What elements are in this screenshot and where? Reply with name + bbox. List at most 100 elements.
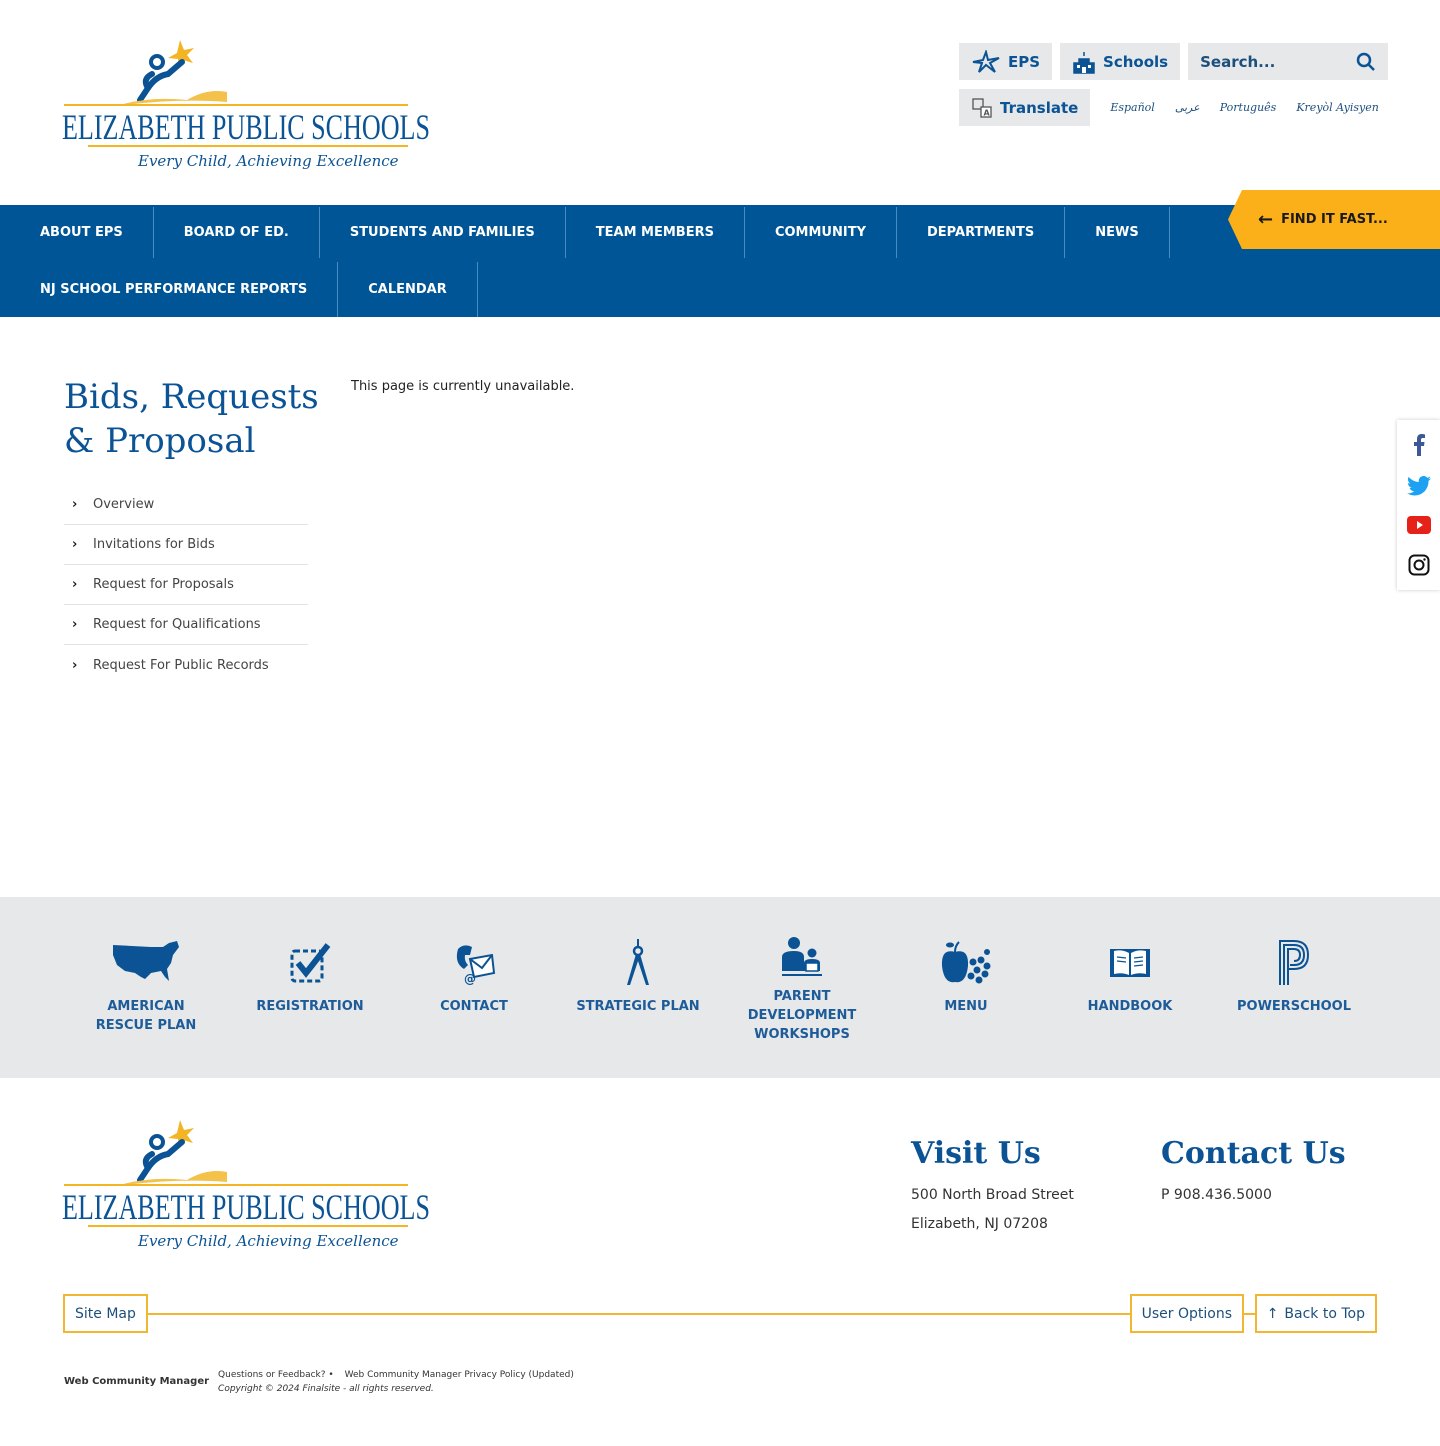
eps-button[interactable]: EPS: [959, 43, 1053, 80]
quicklink-label: PARENT: [773, 989, 831, 1004]
address-line1: 500 North Broad Street: [911, 1187, 1074, 1203]
page-title-line1: Bids, Requests: [64, 377, 319, 417]
quicklink-handbook[interactable]: HANDBOOK: [1048, 929, 1212, 1016]
subnav-invitations-for-bids[interactable]: › Invitations for Bids: [64, 525, 308, 565]
parent-child-icon: [782, 937, 822, 976]
translate-row: A Translate Español عربى Português Kreyò…: [959, 89, 1379, 126]
find-it-fast-button[interactable]: ← FIND IT FAST...: [1228, 190, 1440, 249]
nav-calendar[interactable]: CALENDAR: [338, 262, 478, 317]
nav-departments[interactable]: DEPARTMENTS: [897, 207, 1066, 258]
copyright: Copyright © 2024 Finalsite - all rights …: [218, 1384, 434, 1394]
quicklink-label: MENU: [944, 999, 988, 1014]
site-map-button[interactable]: Site Map: [63, 1294, 148, 1333]
user-options-button[interactable]: User Options: [1129, 1294, 1244, 1333]
twitter-icon[interactable]: [1406, 476, 1431, 496]
page-title-line2: & Proposal: [64, 421, 256, 461]
visit-us-section: Visit Us 500 North Broad Street Elizabet…: [911, 1136, 1074, 1239]
chevron-right-icon: ›: [72, 657, 78, 673]
svg-text:@: @: [464, 972, 476, 985]
checkbox-icon: [290, 943, 331, 983]
quicklink-label: DEVELOPMENT: [747, 1008, 857, 1023]
find-it-fast-label: FIND IT FAST...: [1281, 212, 1388, 227]
schools-button[interactable]: Schools: [1060, 43, 1181, 80]
quicklink-label: STRATEGIC PLAN: [576, 999, 700, 1014]
legal-footer: Web Community Manager Questions or Feedb…: [64, 1370, 582, 1394]
footer-logo[interactable]: ELIZABETH PUBLIC SCHOOLS Every Child, Ac…: [62, 1118, 432, 1262]
subnav-label: Overview: [93, 497, 155, 512]
eps-starburst-icon: [972, 49, 1000, 73]
address-line2: Elizabeth, NJ 07208: [911, 1216, 1048, 1232]
fruit-icon: [941, 941, 991, 984]
page-title: Bids, Requests & Proposal: [64, 375, 319, 463]
nav-students-families[interactable]: STUDENTS AND FAMILIES: [320, 207, 566, 258]
subnav-request-for-proposals[interactable]: › Request for Proposals: [64, 565, 308, 605]
instagram-icon[interactable]: [1408, 554, 1430, 576]
chevron-right-icon: ›: [72, 617, 78, 632]
phone-number[interactable]: P 908.436.5000: [1161, 1181, 1346, 1210]
footer-links-bar: Site Map User Options ↑ Back to Top: [63, 1294, 1377, 1334]
quicklink-label: POWERSCHOOL: [1237, 999, 1351, 1014]
subnav-label: Request for Qualifications: [93, 617, 261, 632]
quicklinks-bar: AMERICAN RESCUE PLAN REGISTRATION @ CONTA…: [0, 897, 1440, 1078]
svg-text:A: A: [984, 108, 991, 117]
search-icon[interactable]: [1356, 52, 1376, 72]
lang-haitian-creole[interactable]: Kreyòl Ayisyen: [1296, 101, 1379, 114]
district-logo[interactable]: ELIZABETH PUBLIC SCHOOLS Every Child, Ac…: [62, 38, 432, 178]
questions-feedback-link[interactable]: Questions or Feedback? •: [218, 1370, 334, 1380]
nav-about-eps[interactable]: ABOUT EPS: [0, 207, 154, 258]
lang-portuguese[interactable]: Português: [1220, 101, 1277, 114]
svg-text:ELIZABETH PUBLIC SCHOOLS: ELIZABETH PUBLIC SCHOOLS: [62, 1187, 430, 1227]
eps-label: EPS: [1008, 52, 1041, 71]
lang-arabic[interactable]: عربى: [1175, 101, 1200, 114]
arrow-up-icon: ↑: [1266, 1305, 1279, 1322]
back-to-top-button[interactable]: ↑ Back to Top: [1254, 1294, 1377, 1333]
quicklink-strategic-plan[interactable]: STRATEGIC PLAN: [556, 929, 720, 1016]
quicklink-powerschool[interactable]: POWERSCHOOL: [1212, 929, 1376, 1016]
main-content: Bids, Requests & Proposal › Overview › Inv…: [0, 317, 1440, 897]
main-navigation: ABOUT EPS BOARD OF ED. STUDENTS AND FAMI…: [0, 190, 1440, 317]
svg-text:Every Child, Achieving Excelle: Every Child, Achieving Excellence: [137, 1232, 399, 1250]
school-building-icon: [1073, 51, 1095, 74]
translate-icon: A: [972, 97, 992, 118]
search-input[interactable]: [1200, 52, 1351, 71]
phone-mail-icon: @: [456, 945, 496, 985]
quicklink-label: REGISTRATION: [256, 999, 364, 1014]
chevron-right-icon: ›: [72, 577, 78, 592]
powerschool-icon: [1279, 940, 1310, 985]
lang-spanish[interactable]: Español: [1110, 101, 1155, 114]
quicklink-american-rescue-plan[interactable]: AMERICAN RESCUE PLAN: [64, 929, 228, 1035]
quicklink-contact[interactable]: @ CONTACT: [392, 929, 556, 1016]
translate-button[interactable]: A Translate: [959, 89, 1091, 126]
svg-text:Every Child, Achieving Excelle: Every Child, Achieving Excellence: [137, 152, 399, 170]
quicklink-label: WORKSHOPS: [754, 1027, 850, 1042]
search-box: [1188, 43, 1389, 80]
quicklink-registration[interactable]: REGISTRATION: [228, 929, 392, 1016]
quicklink-label: RESCUE PLAN: [95, 1018, 197, 1033]
arrow-left-icon: ←: [1258, 209, 1274, 230]
wcm-logo[interactable]: Web Community Manager: [64, 1376, 209, 1387]
site-footer: ELIZABETH PUBLIC SCHOOLS Every Child, Ac…: [0, 1078, 1440, 1446]
quicklink-menu[interactable]: MENU: [884, 929, 1048, 1016]
nav-news[interactable]: NEWS: [1065, 207, 1170, 258]
nav-team-members[interactable]: TEAM MEMBERS: [566, 207, 745, 258]
nav-nj-performance-reports[interactable]: NJ SCHOOL PERFORMANCE REPORTS: [0, 262, 339, 317]
svg-text:ELIZABETH PUBLIC SCHOOLS: ELIZABETH PUBLIC SCHOOLS: [62, 107, 430, 147]
nav-community[interactable]: COMMUNITY: [745, 207, 897, 258]
usa-map-icon: [113, 941, 179, 981]
facebook-icon[interactable]: [1412, 434, 1426, 456]
quicklink-label: AMERICAN: [107, 999, 185, 1014]
contact-us-heading: Contact Us: [1161, 1136, 1346, 1171]
chevron-right-icon: ›: [72, 497, 78, 512]
contact-us-section: Contact Us P 908.436.5000: [1161, 1136, 1346, 1210]
privacy-policy-link[interactable]: Web Community Manager Privacy Policy (Up…: [345, 1370, 574, 1380]
visit-us-heading: Visit Us: [911, 1136, 1041, 1171]
youtube-icon[interactable]: [1406, 516, 1431, 534]
subnav-request-for-public-records[interactable]: › Request For Public Records: [64, 645, 308, 685]
subnav-label: Request For Public Records: [93, 657, 269, 673]
nav-board-of-ed[interactable]: BOARD OF ED.: [154, 207, 320, 258]
subnav-label: Request for Proposals: [93, 577, 234, 592]
subnav-request-for-qualifications[interactable]: › Request for Qualifications: [64, 605, 308, 645]
book-icon: [1110, 949, 1150, 977]
quicklink-parent-development-workshops[interactable]: PARENT DEVELOPMENT WORKSHOPS: [720, 929, 884, 1044]
subnav-overview[interactable]: › Overview: [64, 485, 308, 525]
